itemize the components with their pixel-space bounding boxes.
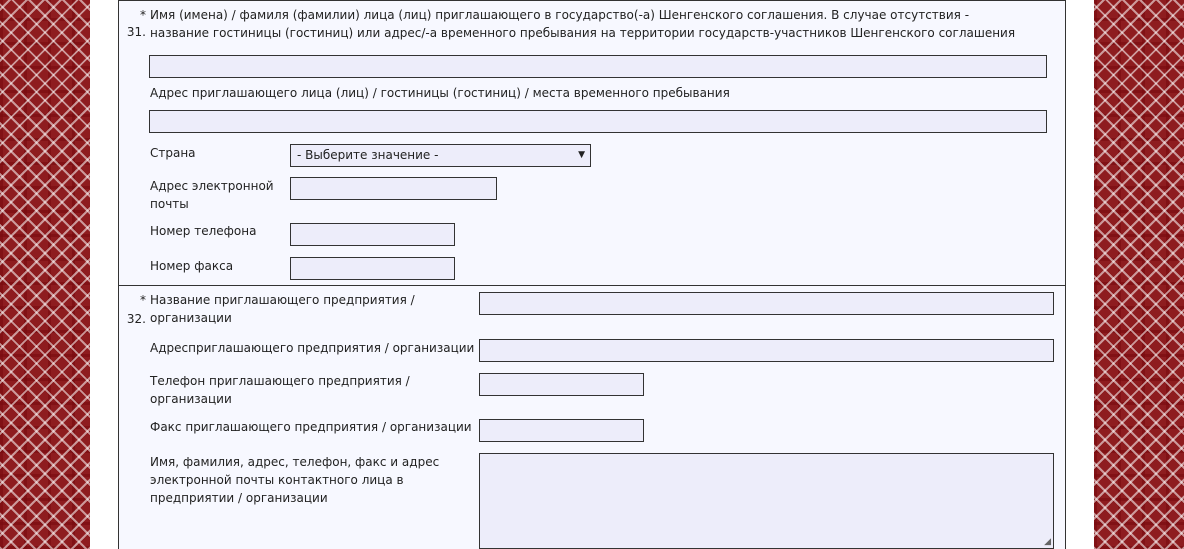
section-number-31: 31. (126, 25, 146, 39)
contact-person-label: Имя, фамилия, адрес, телефон, факс и адр… (150, 455, 440, 505)
chevron-down-icon: ▼ (578, 150, 585, 160)
company-name-label: Название приглашающего предприятия / орг… (150, 293, 415, 325)
company-fax-label: Факс приглашающего предприятия / организ… (150, 420, 472, 434)
contact-person-textarea[interactable]: ◢ (479, 453, 1054, 549)
section-divider (119, 285, 1065, 286)
fax-input[interactable] (290, 257, 455, 280)
company-name-input[interactable] (479, 292, 1054, 315)
inviting-person-name-input[interactable] (149, 55, 1047, 78)
company-fax-input[interactable] (479, 419, 644, 442)
section-divider-top (119, 0, 1065, 1)
ornament-border-left (0, 0, 90, 549)
company-phone-label: Телефон приглашающего предприятия / орга… (150, 374, 410, 406)
country-select[interactable]: - Выберите значение - ▼ (290, 144, 591, 167)
email-input[interactable] (290, 177, 497, 200)
phone-input[interactable] (290, 223, 455, 246)
required-marker: * (140, 293, 146, 307)
resize-grip-icon[interactable]: ◢ (1044, 538, 1051, 547)
company-phone-input[interactable] (479, 373, 644, 396)
inviting-person-address-label: Адрес приглашающего лица (лиц) / гостини… (150, 86, 730, 100)
fax-label: Номер факса (150, 259, 234, 273)
section-number-32: 32. (126, 312, 146, 326)
country-select-value: - Выберите значение - (297, 148, 439, 162)
required-marker: * (140, 8, 146, 22)
email-label: Адрес электронной почты (150, 179, 274, 211)
inviting-person-label: Имя (имена) / фамиля (фамилии) лица (лиц… (150, 8, 1016, 40)
country-label: Страна (150, 146, 196, 160)
company-address-input[interactable] (479, 339, 1054, 362)
phone-label: Номер телефона (150, 224, 257, 238)
form-panel: * 31. Имя (имена) / фамиля (фамилии) лиц… (118, 0, 1066, 549)
ornament-border-right (1094, 0, 1184, 549)
inviting-person-address-input[interactable] (149, 110, 1047, 133)
company-address-label: Адресприглашающего предприятия / организ… (150, 341, 475, 355)
